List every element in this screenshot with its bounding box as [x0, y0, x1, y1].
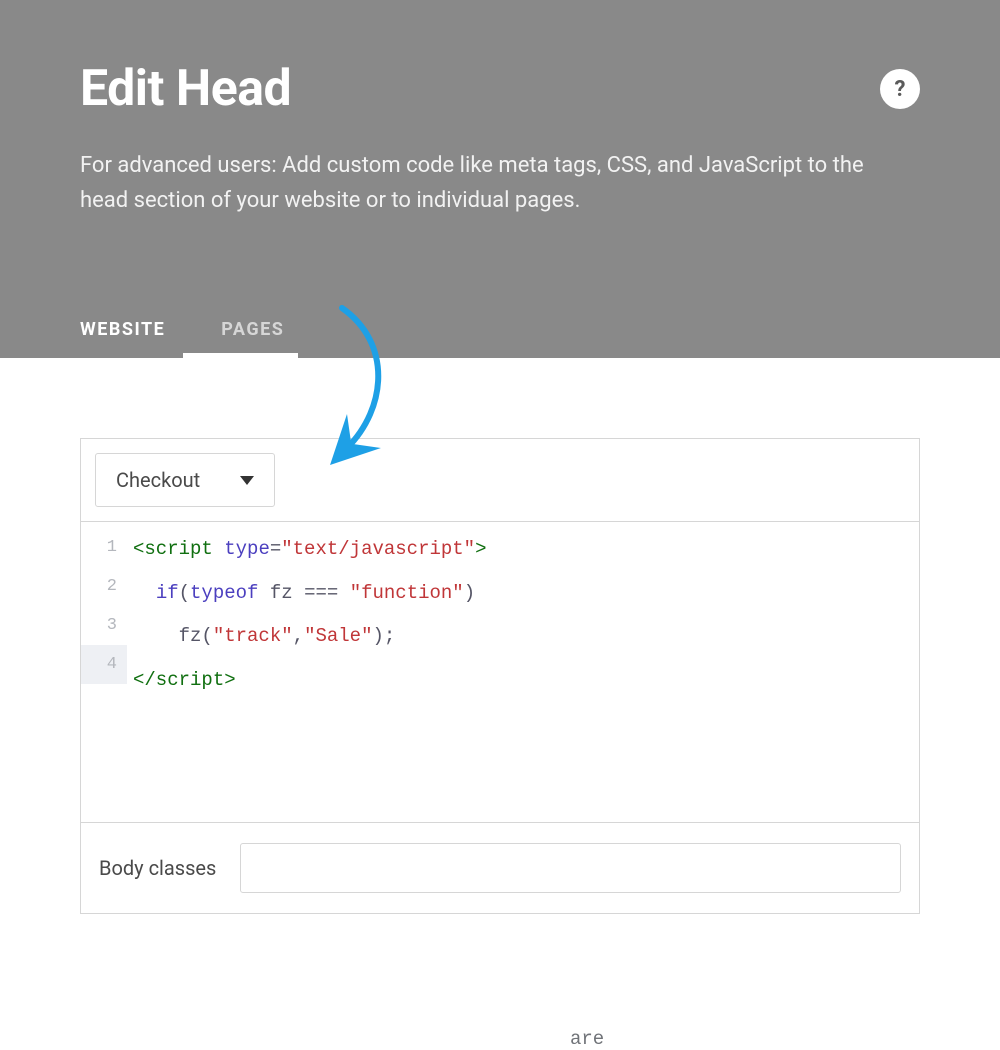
code-editor[interactable]: 1234 <script type="text/javascript"> if(… — [81, 522, 919, 822]
page-subtitle: For advanced users: Add custom code like… — [80, 148, 880, 218]
content-area: Checkout 1234 <script type="text/javascr… — [0, 358, 1000, 914]
tab-website[interactable]: WEBSITE — [80, 303, 193, 358]
body-classes-row: Body classes — [81, 822, 919, 913]
edit-head-panel: Checkout 1234 <script type="text/javascr… — [80, 438, 920, 914]
body-classes-input[interactable] — [240, 843, 901, 893]
tab-pages[interactable]: PAGES — [193, 303, 312, 358]
body-classes-label: Body classes — [99, 856, 216, 880]
code-gutter: 1234 — [81, 522, 127, 822]
help-icon[interactable]: ? — [880, 69, 920, 109]
title-row: Edit Head ? — [80, 60, 920, 118]
code-lines: <script type="text/javascript"> if(typeo… — [133, 528, 909, 703]
page-title: Edit Head — [80, 60, 291, 118]
tabs: WEBSITE PAGES — [80, 303, 312, 358]
chevron-down-icon — [240, 476, 254, 485]
panel-toolbar: Checkout — [81, 439, 919, 522]
page-selector-dropdown[interactable]: Checkout — [95, 453, 275, 507]
page-selector-value: Checkout — [116, 468, 200, 492]
stray-text: are — [570, 1028, 604, 1050]
header-section: Edit Head ? For advanced users: Add cust… — [0, 0, 1000, 358]
